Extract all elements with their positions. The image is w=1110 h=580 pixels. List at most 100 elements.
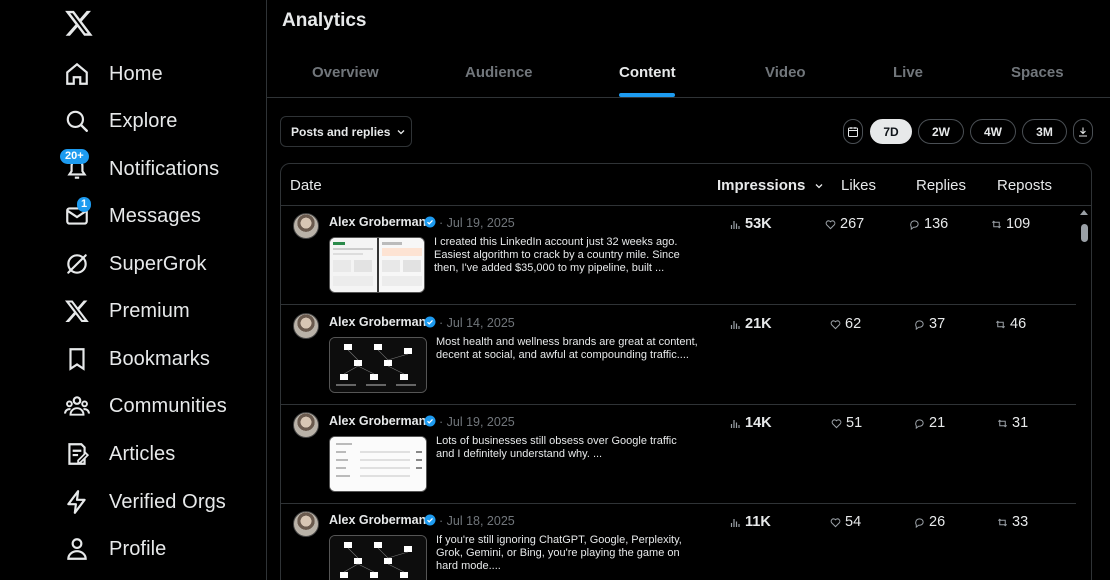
home-icon	[64, 61, 90, 87]
sidebar-item-explore[interactable]: Explore	[54, 99, 188, 143]
repost-icon	[992, 220, 1001, 228]
tab-live[interactable]: Live	[893, 64, 923, 81]
post-text[interactable]: If you're still ignoring ChatGPT, Google…	[436, 534, 698, 573]
verified-badge-icon	[424, 216, 436, 228]
avatar[interactable]	[293, 313, 319, 339]
post-type-filter[interactable]: Posts and replies	[280, 116, 412, 147]
notification-badge: 20+	[60, 149, 89, 164]
download-button[interactable]	[1073, 119, 1093, 144]
table-row[interactable]: Alex Groberman · Jul 19, 2025 Lots of bu…	[281, 405, 1076, 504]
post-text[interactable]: I created this LinkedIn account just 32 …	[434, 236, 696, 275]
author-name[interactable]: Alex Groberman	[329, 215, 426, 229]
verified-badge-icon	[424, 415, 436, 427]
repost-icon	[998, 518, 1007, 526]
sidebar-item-label: Premium	[109, 299, 190, 322]
sidebar-item-label: Articles	[109, 442, 176, 465]
messages-badge: 1	[77, 197, 92, 212]
column-likes[interactable]: Likes	[841, 177, 876, 194]
sidebar-item-label: Profile	[109, 537, 167, 560]
impressions-value: 11K	[730, 514, 771, 530]
column-impressions[interactable]: Impressions	[717, 177, 824, 194]
column-date[interactable]: Date	[290, 177, 322, 194]
download-icon	[1079, 127, 1087, 137]
replies-value: 21	[914, 415, 945, 431]
post-thumbnail[interactable]	[329, 337, 427, 393]
verified-badge-icon	[424, 316, 436, 328]
sidebar-item-bookmarks[interactable]: Bookmarks	[54, 337, 220, 381]
tab-audience[interactable]: Audience	[465, 64, 533, 81]
author-name[interactable]: Alex Groberman	[329, 414, 426, 428]
sidebar-item-label: Bookmarks	[109, 347, 210, 370]
post-text[interactable]: Most health and wellness brands are grea…	[436, 336, 698, 362]
column-reposts[interactable]: Reposts	[997, 177, 1052, 194]
tab-video[interactable]: Video	[765, 64, 806, 81]
post-date: · Jul 19, 2025	[439, 216, 515, 230]
avatar[interactable]	[293, 213, 319, 239]
bookmark-icon	[64, 346, 90, 372]
likes-value: 62	[830, 316, 861, 332]
table-row[interactable]: Alex Groberman · Jul 14, 2025 Most healt…	[281, 306, 1076, 405]
range-2w-button[interactable]: 2W	[918, 119, 964, 144]
avatar[interactable]	[293, 412, 319, 438]
sidebar-item-communities[interactable]: Communities	[54, 384, 237, 428]
heart-icon	[830, 319, 841, 329]
impressions-value: 14K	[730, 415, 772, 431]
sidebar: Home Explore 20+ Notifications 1 Message…	[0, 0, 266, 580]
communities-icon	[64, 393, 90, 419]
reposts-value: 31	[997, 415, 1028, 431]
sidebar-item-label: Explore	[109, 109, 178, 132]
avatar[interactable]	[293, 511, 319, 537]
sidebar-item-label: Verified Orgs	[109, 490, 226, 513]
x-logo-icon	[64, 298, 90, 324]
table-row[interactable]: Alex Groberman · Jul 19, 2025 I created …	[281, 206, 1076, 305]
chevron-down-icon	[397, 129, 405, 134]
tab-spaces[interactable]: Spaces	[1011, 64, 1064, 81]
lightning-icon	[64, 489, 90, 515]
repost-icon	[996, 320, 1005, 328]
heart-icon	[830, 517, 841, 527]
impressions-value: 21K	[730, 316, 772, 332]
repost-icon	[998, 419, 1007, 427]
table-row[interactable]: Alex Groberman · Jul 18, 2025 If you're …	[281, 504, 1076, 580]
analytics-bars-icon	[730, 419, 740, 428]
table-scrollbar[interactable]	[1077, 206, 1091, 580]
scroll-thumb[interactable]	[1081, 224, 1088, 242]
author-name[interactable]: Alex Groberman	[329, 513, 426, 527]
post-thumbnail[interactable]	[329, 535, 427, 580]
range-4w-button[interactable]: 4W	[970, 119, 1016, 144]
sidebar-item-supergrok[interactable]: SuperGrok	[54, 242, 217, 286]
sidebar-item-label: Messages	[109, 204, 201, 227]
tab-content[interactable]: Content	[619, 64, 676, 81]
author-name[interactable]: Alex Groberman	[329, 315, 426, 329]
analytics-bars-icon	[730, 220, 740, 229]
tab-overview[interactable]: Overview	[312, 64, 379, 81]
tab-active-indicator	[619, 93, 675, 97]
content-table: Date Impressions Likes Replies Reposts A…	[280, 163, 1092, 580]
reply-icon	[915, 418, 924, 429]
x-logo-icon[interactable]	[64, 8, 94, 38]
analytics-main: Analytics Overview Audience Content Vide…	[267, 0, 1110, 580]
sidebar-item-articles[interactable]: Articles	[54, 432, 185, 476]
thumbnail-image	[330, 238, 424, 292]
post-thumbnail[interactable]	[329, 436, 427, 492]
reply-icon	[915, 319, 924, 330]
scroll-up-arrow-icon[interactable]	[1080, 210, 1088, 215]
sidebar-item-verified-orgs[interactable]: Verified Orgs	[54, 480, 236, 524]
analytics-bars-icon	[730, 320, 740, 329]
post-thumbnail[interactable]	[329, 237, 425, 293]
post-text[interactable]: Lots of businesses still obsess over Goo…	[436, 435, 698, 461]
range-7d-button[interactable]: 7D	[870, 119, 912, 144]
sidebar-item-messages[interactable]: 1 Messages	[54, 194, 211, 238]
replies-value: 37	[914, 316, 945, 332]
calendar-button[interactable]	[843, 119, 863, 144]
sidebar-item-premium[interactable]: Premium	[54, 289, 200, 333]
range-3m-button[interactable]: 3M	[1022, 119, 1067, 144]
filter-label: Posts and replies	[291, 124, 391, 139]
column-replies[interactable]: Replies	[916, 177, 966, 194]
sidebar-item-notifications[interactable]: 20+ Notifications	[54, 147, 229, 191]
grok-icon	[64, 251, 90, 277]
bell-icon: 20+	[60, 149, 90, 182]
sidebar-item-profile[interactable]: Profile	[54, 527, 176, 571]
post-date: · Jul 19, 2025	[439, 415, 515, 429]
sidebar-item-home[interactable]: Home	[54, 52, 173, 96]
